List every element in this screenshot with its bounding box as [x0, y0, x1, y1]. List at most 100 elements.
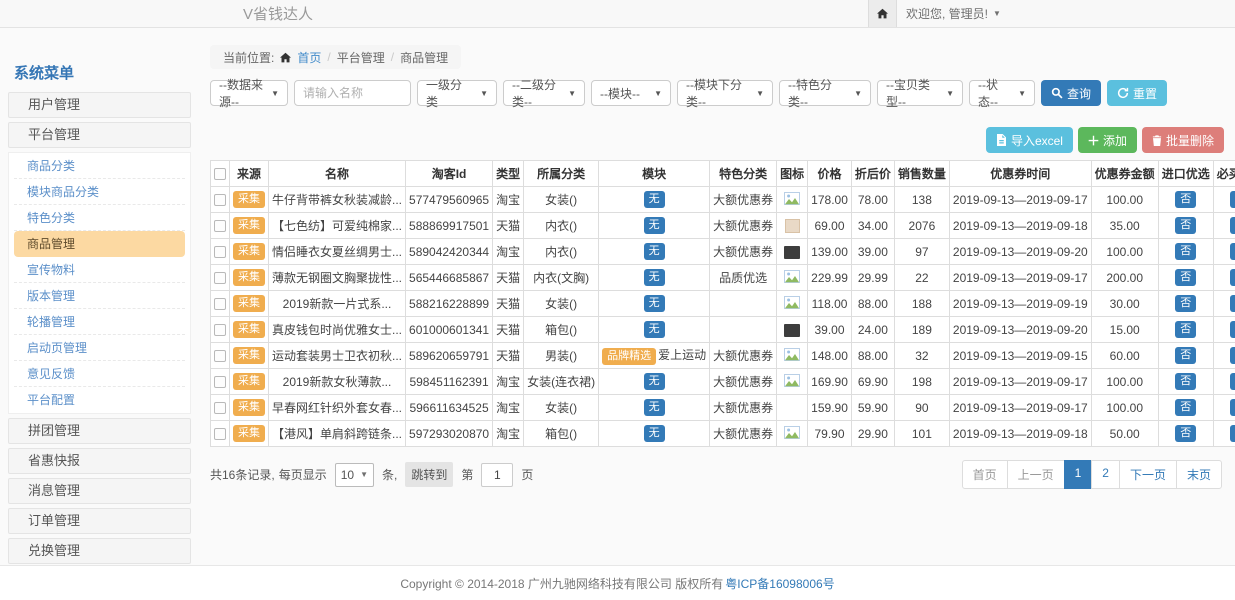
import-select-badge[interactable]: 否	[1175, 269, 1196, 286]
sidebar-group-消息管理[interactable]: 消息管理	[8, 478, 191, 504]
import-select-badge[interactable]: 否	[1175, 217, 1196, 234]
sidebar-item-启动页管理[interactable]: 启动页管理	[14, 335, 185, 361]
filter-select-9[interactable]: --状态--▼	[969, 80, 1035, 106]
page-size-select[interactable]: 10 ▼	[335, 463, 374, 487]
row-checkbox[interactable]	[214, 350, 226, 362]
must-buy-badge[interactable]: 否	[1230, 347, 1235, 364]
must-buy-badge[interactable]: 否	[1230, 373, 1235, 390]
user-menu[interactable]: 欢迎您, 管理员! ▼	[906, 5, 1001, 22]
row-checkbox[interactable]	[214, 428, 226, 440]
sidebar-group-平台管理[interactable]: 平台管理	[8, 122, 191, 148]
filter-select-3[interactable]: 一级分类▼	[417, 80, 497, 106]
home-button[interactable]	[868, 0, 897, 27]
sidebar-item-平台配置[interactable]: 平台配置	[14, 387, 185, 413]
sidebar-group-订单管理[interactable]: 订单管理	[8, 508, 191, 534]
filter-select-4[interactable]: --二级分类--▼	[503, 80, 585, 106]
sidebar-item-特色分类[interactable]: 特色分类	[14, 205, 185, 231]
table-row: 采集真皮钱包时尚优雅女士...601000601341天猫箱包()无39.002…	[211, 317, 1235, 343]
sidebar-item-轮播管理[interactable]: 轮播管理	[14, 309, 185, 335]
sidebar-item-商品分类[interactable]: 商品分类	[14, 153, 185, 179]
row-checkbox[interactable]	[214, 324, 226, 336]
filter-select-5[interactable]: --模块--▼	[591, 80, 671, 106]
sidebar-group-用户管理[interactable]: 用户管理	[8, 92, 191, 118]
home-icon	[877, 8, 888, 19]
import-select-badge[interactable]: 否	[1175, 347, 1196, 364]
sidebar-item-版本管理[interactable]: 版本管理	[14, 283, 185, 309]
must-buy-badge[interactable]: 否	[1230, 191, 1235, 208]
batch-delete-button[interactable]: 批量删除	[1142, 127, 1224, 153]
must-buy-badge[interactable]: 否	[1230, 321, 1235, 338]
cell-icon	[777, 369, 808, 395]
must-buy-badge[interactable]: 否	[1230, 269, 1235, 286]
topbar-right: 欢迎您, 管理员! ▼	[868, 0, 1235, 27]
row-checkbox[interactable]	[214, 220, 226, 232]
must-buy-badge[interactable]: 否	[1230, 243, 1235, 260]
pager-button-1[interactable]: 1	[1064, 460, 1093, 489]
import-excel-button[interactable]: 导入excel	[986, 127, 1073, 153]
add-button[interactable]: 添加	[1078, 127, 1137, 153]
import-select-badge[interactable]: 否	[1175, 399, 1196, 416]
cell-icon	[777, 291, 808, 317]
page-number-input[interactable]	[481, 463, 513, 487]
sidebar-group-兑换管理[interactable]: 兑换管理	[8, 538, 191, 564]
sidebar-title: 系统菜单	[8, 58, 191, 92]
table-row: 采集薄款无钢圈文胸聚拢性...565446685867天猫内衣(文胸)无品质优选…	[211, 265, 1235, 291]
sidebar-item-意见反馈[interactable]: 意见反馈	[14, 361, 185, 387]
filter-select-1[interactable]: --数据来源--▼	[210, 80, 288, 106]
pager-button-末页[interactable]: 末页	[1176, 460, 1222, 489]
cell-must_buy: 否	[1213, 187, 1235, 213]
reset-button[interactable]: 重置	[1107, 80, 1167, 106]
select-all-checkbox[interactable]	[214, 168, 226, 180]
cell-module: 无	[599, 213, 710, 239]
must-buy-badge[interactable]: 否	[1230, 399, 1235, 416]
table-row: 采集牛仔背带裤女秋装减龄...577479560965淘宝女装()无大额优惠券1…	[211, 187, 1235, 213]
jump-button[interactable]: 跳转到	[405, 462, 453, 487]
pager-button-下一页[interactable]: 下一页	[1119, 460, 1177, 489]
cell-source: 采集	[230, 239, 269, 265]
cell-import_select: 否	[1158, 421, 1213, 447]
cell-category: 内衣(文胸)	[524, 265, 599, 291]
import-select-badge[interactable]: 否	[1175, 425, 1196, 442]
cell-coupon_time: 2019-09-13—2019-09-15	[949, 343, 1091, 369]
import-select-badge[interactable]: 否	[1175, 191, 1196, 208]
row-checkbox[interactable]	[214, 194, 226, 206]
filter-select-8[interactable]: --宝贝类型--▼	[877, 80, 963, 106]
cell-coupon_time: 2019-09-13—2019-09-20	[949, 239, 1091, 265]
source-badge: 采集	[233, 347, 265, 364]
sidebar-item-模块商品分类[interactable]: 模块商品分类	[14, 179, 185, 205]
sidebar-group-拼团管理[interactable]: 拼团管理	[8, 418, 191, 444]
icp-link[interactable]: 粤ICP备16098006号	[725, 575, 834, 592]
pager-button-2[interactable]: 2	[1091, 460, 1120, 489]
row-checkbox[interactable]	[214, 272, 226, 284]
cell-coupon_amount: 100.00	[1091, 395, 1158, 421]
breadcrumb-home-link[interactable]: 首页	[297, 49, 321, 66]
cell-coupon_amount: 200.00	[1091, 265, 1158, 291]
import-select-badge[interactable]: 否	[1175, 243, 1196, 260]
filter-select-7[interactable]: --特色分类--▼	[779, 80, 871, 106]
cell-coupon_time: 2019-09-13—2019-09-19	[949, 291, 1091, 317]
row-checkbox[interactable]	[214, 246, 226, 258]
filter-select-6[interactable]: --模块下分类--▼	[677, 80, 773, 106]
products-table: 来源名称淘客Id类型所属分类模块特色分类图标价格折后价销售数量优惠券时间优惠券金…	[210, 160, 1235, 447]
row-checkbox[interactable]	[214, 376, 226, 388]
sidebar-group-省惠快报[interactable]: 省惠快报	[8, 448, 191, 474]
column-header-tkid: 淘客Id	[406, 161, 493, 187]
sidebar-item-宣传物料[interactable]: 宣传物料	[14, 257, 185, 283]
search-name-input[interactable]	[294, 80, 411, 106]
row-checkbox[interactable]	[214, 298, 226, 310]
search-button[interactable]: 查询	[1041, 80, 1101, 106]
must-buy-badge[interactable]: 否	[1230, 425, 1235, 442]
cell-source: 采集	[230, 421, 269, 447]
cell-category: 女装()	[524, 395, 599, 421]
import-select-badge[interactable]: 否	[1175, 295, 1196, 312]
import-select-badge[interactable]: 否	[1175, 321, 1196, 338]
sidebar-item-商品管理[interactable]: 商品管理	[14, 231, 185, 257]
must-buy-badge[interactable]: 否	[1230, 295, 1235, 312]
product-image-placeholder-icon	[784, 374, 800, 390]
cell-coupon_amount: 35.00	[1091, 213, 1158, 239]
cell-type: 天猫	[493, 213, 524, 239]
module-badge: 无	[644, 321, 665, 338]
import-select-badge[interactable]: 否	[1175, 373, 1196, 390]
row-checkbox[interactable]	[214, 402, 226, 414]
must-buy-badge[interactable]: 否	[1230, 217, 1235, 234]
